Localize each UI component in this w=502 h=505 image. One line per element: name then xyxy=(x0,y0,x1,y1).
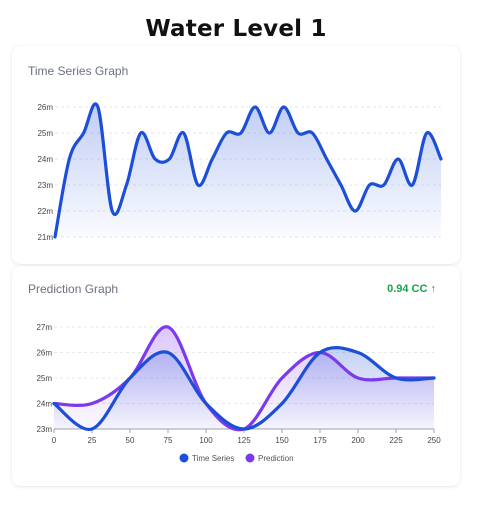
y-tick-label: 22m xyxy=(37,207,53,216)
y-tick-label: 23m xyxy=(37,181,53,190)
time-series-card: Time Series Graph 21m 22m 23m 24m 25m 26m xyxy=(12,46,460,264)
legend-dot-icon xyxy=(179,453,189,463)
x-tick-label: 0 xyxy=(52,436,57,445)
legend-item-time-series[interactable]: Time Series xyxy=(179,453,235,464)
page-title: Water Level 1 xyxy=(145,16,327,42)
x-tick-label: 225 xyxy=(389,436,403,445)
y-tick-label: 24m xyxy=(37,155,53,164)
x-tick-label: 100 xyxy=(199,436,213,445)
x-tick-label: 25 xyxy=(88,436,97,445)
x-tick-label: 50 xyxy=(126,436,135,445)
y-tick-label: 24m xyxy=(36,400,52,409)
y-tick-label: 27m xyxy=(36,323,52,332)
x-tick-label: 125 xyxy=(237,436,251,445)
page: Water Level 1 Time Series Graph 21m 22m 23… xyxy=(0,0,502,505)
time-series-area xyxy=(54,347,434,430)
legend-dot-icon xyxy=(245,453,255,463)
y-tick-label: 23m xyxy=(36,425,52,434)
x-tick-label: 200 xyxy=(351,436,365,445)
x-tick-label: 250 xyxy=(427,436,441,445)
y-tick-label: 25m xyxy=(36,374,52,383)
time-series-chart: 21m 22m 23m 24m 25m 26m xyxy=(37,102,443,242)
y-tick-label: 26m xyxy=(36,349,52,358)
legend-label: Prediction xyxy=(258,454,294,463)
time-series-area xyxy=(55,103,441,238)
legend-label: Time Series xyxy=(192,454,234,463)
x-tick-label: 75 xyxy=(164,436,173,445)
y-tick-label: 25m xyxy=(37,129,53,138)
y-tick-label: 21m xyxy=(37,233,53,242)
prediction-chart[interactable]: 23m 24m 25m 26m 27m 0 25 50 75 100 125 150 175 200 225… xyxy=(12,266,460,486)
x-tick-label: 150 xyxy=(275,436,289,445)
x-tick-label: 175 xyxy=(313,436,327,445)
y-tick-label: 26m xyxy=(37,103,53,112)
prediction-card: Prediction Graph 0.94 CC ↑ 23m 24m 25m 26m 2… xyxy=(12,266,460,486)
legend-item-prediction[interactable]: Prediction xyxy=(245,453,294,464)
